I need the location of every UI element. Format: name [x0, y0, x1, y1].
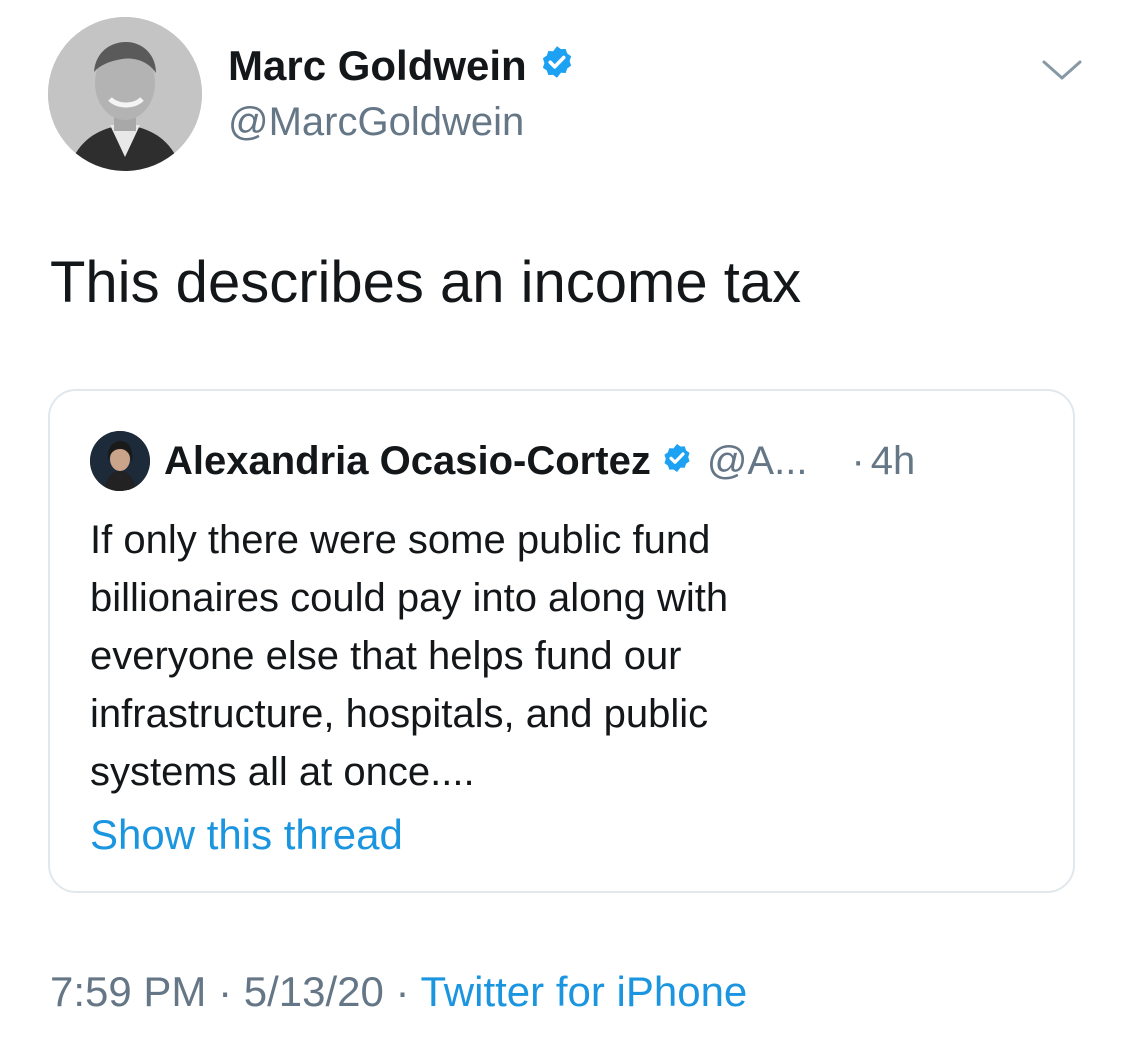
quoted-tweet-line: everyone else that helps fund our — [90, 634, 682, 678]
show-thread-link[interactable]: Show this thread — [90, 811, 403, 859]
quoted-tweet-line: If only there were some public fund — [90, 518, 711, 562]
author-name[interactable]: Marc Goldwein — [228, 42, 575, 90]
author-name-text: Marc Goldwein — [228, 42, 527, 89]
quoted-tweet-card[interactable]: Alexandria Ocasio-Cortez @A... · 4h If o… — [48, 389, 1075, 893]
meta-separator: · — [206, 968, 244, 1015]
tweet-time[interactable]: 7:59 PM — [50, 968, 206, 1015]
quoted-author-name[interactable]: Alexandria Ocasio-Cortez — [164, 439, 651, 484]
quoted-tweet-time[interactable]: 4h — [871, 439, 916, 484]
verified-badge-icon — [539, 42, 575, 90]
meta-separator: · — [383, 968, 421, 1015]
quoted-tweet-text: If only there were some public fund bill… — [90, 511, 990, 801]
quoted-author-avatar[interactable] — [90, 431, 150, 491]
quoted-author-handle[interactable]: @A... — [707, 439, 808, 484]
dot-separator: · — [851, 438, 865, 483]
profile-photo — [48, 17, 202, 171]
verified-badge-icon — [661, 439, 693, 484]
quoted-tweet-line: billionaires could pay into along with — [90, 576, 729, 620]
tweet-date[interactable]: 5/13/20 — [244, 968, 384, 1015]
chevron-down-icon[interactable] — [1040, 52, 1084, 88]
quoted-tweet-line: systems all at once.... — [90, 750, 475, 794]
tweet-meta: 7:59 PM · 5/13/20 · Twitter for iPhone — [50, 968, 747, 1016]
author-handle[interactable]: @MarcGoldwein — [228, 100, 524, 145]
quoted-tweet-line: infrastructure, hospitals, and public — [90, 692, 709, 736]
tweet-text: This describes an income tax — [50, 250, 802, 315]
author-avatar[interactable] — [48, 17, 202, 171]
tweet-source-link[interactable]: Twitter for iPhone — [420, 968, 747, 1015]
quoted-tweet-header: Alexandria Ocasio-Cortez @A... · 4h — [164, 435, 915, 487]
